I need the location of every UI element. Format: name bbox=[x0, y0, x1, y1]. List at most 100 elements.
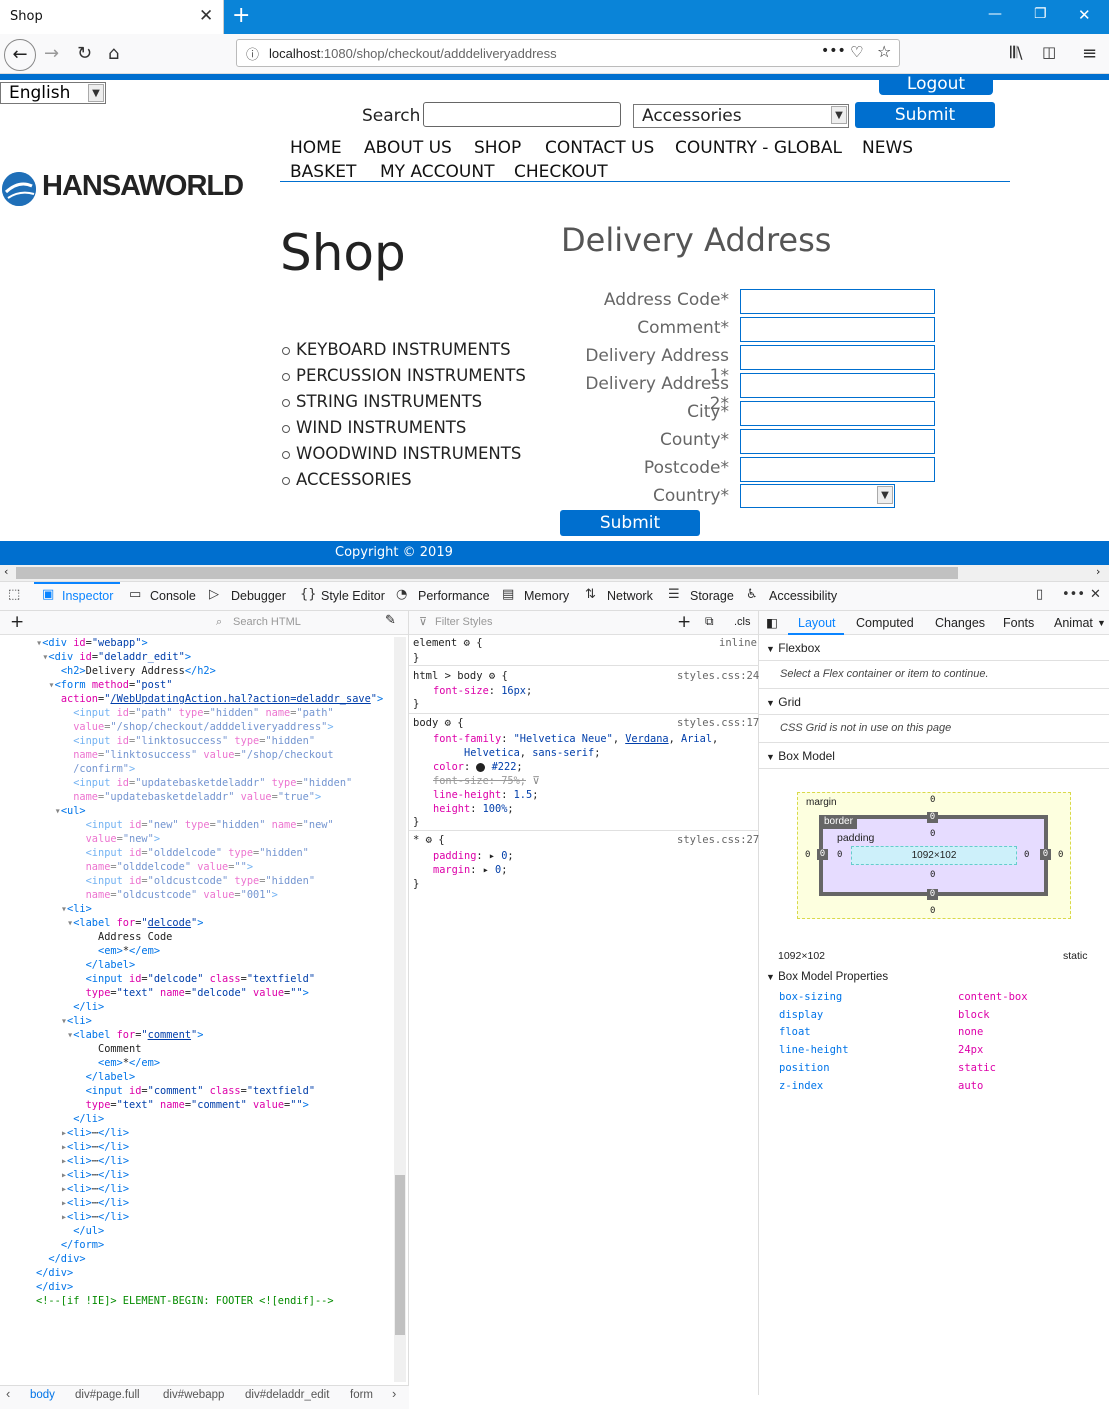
nav-about-us[interactable]: ABOUT US bbox=[364, 138, 452, 158]
form-submit-button[interactable]: Submit bbox=[560, 510, 700, 536]
nav-my-account[interactable]: MY ACCOUNT bbox=[380, 162, 494, 182]
margin-left-value[interactable]: 0 bbox=[805, 850, 810, 860]
category-link[interactable]: ACCESSORIES bbox=[282, 470, 412, 489]
breadcrumb-item[interactable]: div#webapp bbox=[163, 1389, 224, 1401]
rule-universal[interactable]: * ⚙ { bbox=[413, 834, 445, 846]
category-select[interactable]: Accessories ▼ bbox=[633, 104, 849, 128]
country-select[interactable]: ▼ bbox=[740, 484, 895, 508]
logout-button[interactable]: Logout bbox=[879, 76, 993, 95]
url-bar[interactable]: ⓘ localhost:1080/shop/checkout/adddelive… bbox=[236, 39, 900, 67]
city-field[interactable] bbox=[740, 401, 935, 426]
rule-declaration[interactable]: font-size: 16px; bbox=[433, 684, 532, 698]
property-value[interactable]: static bbox=[958, 1062, 996, 1074]
tab-changes[interactable]: Changes bbox=[935, 616, 985, 630]
scroll-left-icon[interactable]: ‹ bbox=[4, 565, 8, 578]
property-value[interactable]: 24px bbox=[958, 1044, 983, 1056]
info-icon[interactable]: ⓘ bbox=[246, 44, 259, 63]
box-model-section-header[interactable]: ▼ Box Model bbox=[766, 749, 835, 763]
padding-bottom-value[interactable]: 0 bbox=[930, 870, 935, 880]
back-icon[interactable]: ← bbox=[4, 39, 36, 71]
dock-icon[interactable]: ▯ bbox=[1036, 587, 1043, 602]
nav-home[interactable]: HOME bbox=[290, 138, 342, 158]
rule-declarations[interactable]: padding: ▸ 0; margin: ▸ 0; bbox=[433, 849, 514, 877]
rule-html-body[interactable]: html > body ⚙ { bbox=[413, 670, 508, 682]
category-link[interactable]: PERCUSSION INSTRUMENTS bbox=[282, 366, 526, 385]
scrollbar-thumb[interactable] bbox=[16, 567, 958, 579]
search-input[interactable] bbox=[423, 102, 621, 127]
tab-shop[interactable]: Shop ✕ bbox=[0, 0, 224, 34]
rule-declarations[interactable]: font-family: "Helvetica Neue", Verdana, … bbox=[433, 732, 718, 816]
tab-inspector[interactable]: Inspector bbox=[62, 589, 113, 603]
sidebar-icon[interactable]: ◫ bbox=[1042, 43, 1056, 61]
home-icon[interactable]: ⌂ bbox=[108, 43, 119, 64]
nav-basket[interactable]: BASKET bbox=[290, 162, 356, 182]
padding-left-value[interactable]: 0 bbox=[837, 850, 842, 860]
category-link[interactable]: WIND INSTRUMENTS bbox=[282, 418, 466, 437]
breadcrumb-left-icon[interactable]: ‹ bbox=[6, 1386, 10, 1401]
grid-section-header[interactable]: ▼ Grid bbox=[766, 695, 801, 709]
property-value[interactable]: content-box bbox=[958, 991, 1028, 1003]
nav-contact-us[interactable]: CONTACT US bbox=[545, 138, 654, 158]
county-field[interactable] bbox=[740, 429, 935, 454]
tab-debugger[interactable]: Debugger bbox=[231, 589, 286, 603]
breadcrumb-right-icon[interactable]: › bbox=[392, 1386, 396, 1401]
property-value[interactable]: auto bbox=[958, 1080, 983, 1092]
more-options-icon[interactable]: ••• bbox=[1062, 587, 1085, 602]
flexbox-section-header[interactable]: ▼ Flexbox bbox=[766, 641, 820, 655]
tab-storage[interactable]: Storage bbox=[690, 589, 734, 603]
tab-console[interactable]: Console bbox=[150, 589, 196, 603]
property-value[interactable]: block bbox=[958, 1009, 990, 1021]
scrollbar-thumb[interactable] bbox=[395, 1175, 405, 1335]
bookmark-star-icon[interactable]: ☆ bbox=[877, 42, 891, 61]
tab-performance[interactable]: Performance bbox=[418, 589, 490, 603]
nav-news[interactable]: NEWS bbox=[862, 138, 913, 158]
postcode-field[interactable] bbox=[740, 457, 935, 482]
nav-country[interactable]: COUNTRY - GLOBAL bbox=[675, 138, 842, 158]
more-icon[interactable]: ••• bbox=[821, 43, 846, 59]
add-node-icon[interactable]: + bbox=[10, 612, 24, 632]
tab-computed[interactable]: Computed bbox=[856, 616, 914, 630]
scroll-right-icon[interactable]: › bbox=[1096, 565, 1100, 578]
markup-tree[interactable]: ▾<div id="webapp"> ▾<div id="deladdr_edi… bbox=[36, 636, 383, 1308]
rule-element-selector[interactable]: element ⚙ { bbox=[413, 637, 483, 649]
restore-icon[interactable]: ❐ bbox=[1034, 6, 1047, 22]
forward-icon[interactable]: → bbox=[44, 43, 59, 64]
toggle-pseudo-icon[interactable]: ⧉ bbox=[705, 614, 714, 629]
category-link[interactable]: STRING INSTRUMENTS bbox=[282, 392, 482, 411]
breadcrumb-item[interactable]: div#page.full bbox=[75, 1389, 140, 1401]
padding-top-value[interactable]: 0 bbox=[930, 829, 935, 839]
language-select[interactable]: English ▼ bbox=[0, 82, 106, 104]
close-tab-icon[interactable]: ✕ bbox=[199, 6, 213, 26]
box-model-properties-header[interactable]: ▼ Box Model Properties bbox=[766, 971, 888, 983]
search-submit-button[interactable]: Submit bbox=[855, 102, 995, 128]
nav-shop[interactable]: SHOP bbox=[474, 138, 521, 158]
reload-icon[interactable]: ↻ bbox=[77, 43, 92, 64]
tab-layout[interactable]: Layout bbox=[798, 616, 836, 630]
tab-network[interactable]: Network bbox=[607, 589, 653, 603]
eyedropper-icon[interactable]: ✎ bbox=[385, 613, 396, 628]
pick-element-icon[interactable]: ⬚ bbox=[8, 587, 20, 602]
rule-source[interactable]: styles.css:24 bbox=[677, 670, 759, 682]
search-html-input[interactable]: Search HTML bbox=[233, 616, 301, 628]
rule-body[interactable]: body ⚙ { bbox=[413, 717, 464, 729]
chevron-down-icon[interactable]: ▼ bbox=[1097, 618, 1106, 628]
tab-fonts[interactable]: Fonts bbox=[1003, 616, 1034, 630]
cls-toggle[interactable]: .cls bbox=[734, 616, 751, 628]
margin-right-value[interactable]: 0 bbox=[1058, 850, 1063, 860]
tab-accessibility[interactable]: Accessibility bbox=[769, 589, 837, 603]
property-value[interactable]: none bbox=[958, 1026, 983, 1038]
box-model-content[interactable]: 1092×102 bbox=[851, 846, 1017, 865]
border-left-value[interactable]: 0 bbox=[817, 849, 828, 860]
tab-memory[interactable]: Memory bbox=[524, 589, 569, 603]
margin-top-value[interactable]: 0 bbox=[930, 795, 935, 805]
rule-source[interactable]: styles.css:17 bbox=[677, 717, 759, 729]
rule-source[interactable]: styles.css:27 bbox=[677, 834, 759, 846]
breadcrumb-item[interactable]: body bbox=[30, 1389, 55, 1401]
add-rule-icon[interactable]: + bbox=[677, 612, 691, 632]
tab-style-editor[interactable]: Style Editor bbox=[321, 589, 385, 603]
logo[interactable]: HANSAWORLD bbox=[42, 170, 244, 203]
border-right-value[interactable]: 0 bbox=[1040, 849, 1051, 860]
library-icon[interactable]: 𝄃𝄃\ bbox=[1010, 43, 1023, 63]
comment-field[interactable] bbox=[740, 317, 935, 342]
delivery-address-2-field[interactable] bbox=[740, 373, 935, 398]
